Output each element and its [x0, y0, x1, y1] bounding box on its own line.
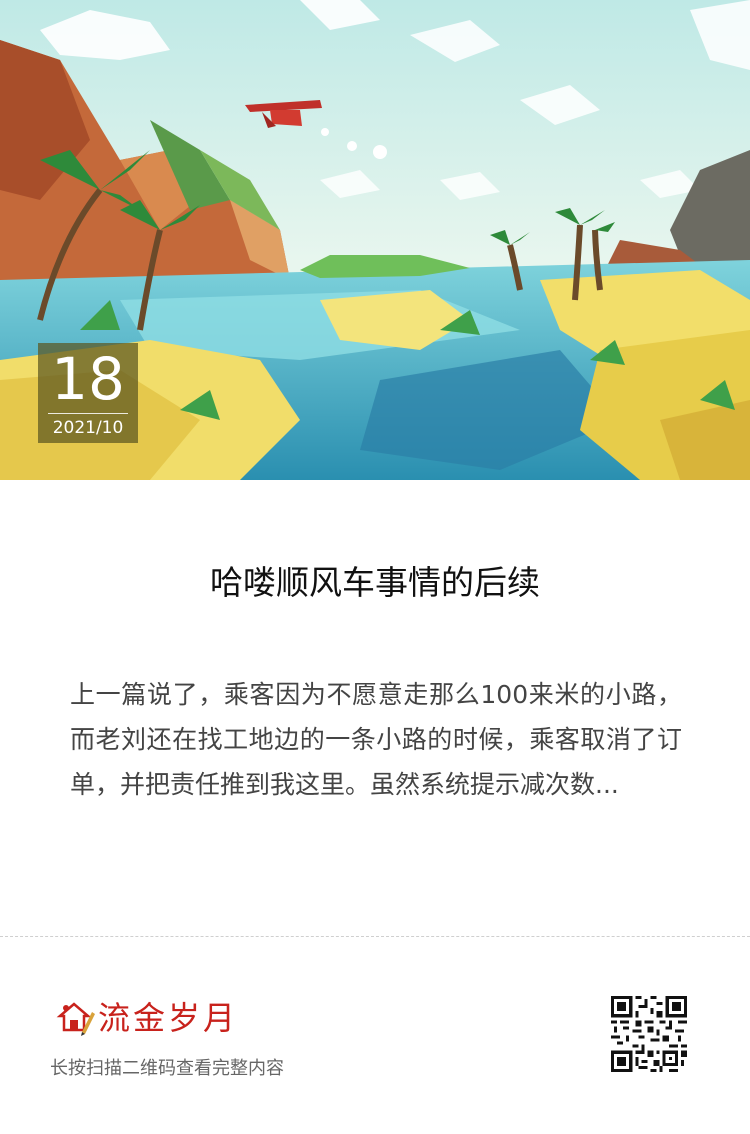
- scan-hint: 长按扫描二维码查看完整内容: [50, 1058, 284, 1079]
- date-year-month: 2021/10: [52, 418, 124, 438]
- date-separator: [48, 413, 128, 414]
- brand: 流金岁月: [56, 996, 238, 1040]
- qr-code[interactable]: [611, 996, 687, 1072]
- cover-image: 18 2021/10: [0, 0, 750, 480]
- house-pencil-icon: [56, 1002, 95, 1036]
- date-day: 18: [51, 345, 125, 413]
- brand-name: 流金岁月: [98, 999, 239, 1037]
- article-excerpt: 上一篇说了，乘客因为不愿意走那么100来米的小路，而老刘还在找工地边的一条小路的…: [70, 680, 682, 799]
- dashed-divider: [0, 936, 750, 937]
- article-title[interactable]: 哈喽顺风车事情的后续: [0, 560, 750, 606]
- date-badge: 18 2021/10: [38, 343, 138, 443]
